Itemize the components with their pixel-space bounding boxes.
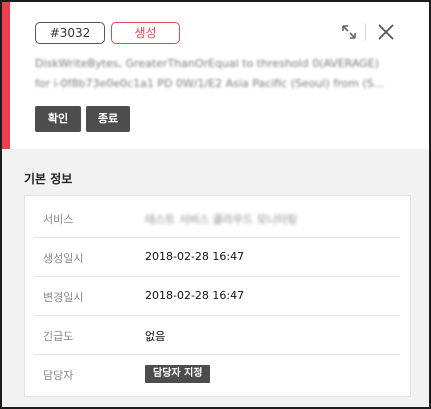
status-badge: 생성 (111, 22, 180, 44)
assign-owner-button[interactable]: 담당자 지정 (145, 365, 211, 383)
expand-icon[interactable] (337, 20, 361, 44)
close-icon[interactable] (374, 20, 398, 44)
confirm-button[interactable]: 확인 (35, 106, 81, 132)
info-row-created: 생성일시 2018-02-28 16:47 (34, 239, 400, 277)
severity-accent-bar (2, 2, 10, 149)
created-datetime-value: 2018-02-28 16:47 (145, 250, 245, 263)
basic-info-title: 기본 정보 (24, 172, 73, 186)
info-row-label: 생성일시 (43, 252, 84, 265)
ticket-id-badge: #3032 (35, 22, 105, 44)
updated-datetime-value: 2018-02-28 16:47 (145, 289, 245, 302)
header-divider (365, 23, 366, 41)
info-row-label: 긴급도 (43, 330, 74, 343)
info-row-service: 서비스 테스트 서비스 클라우드 모니터링 (34, 200, 400, 238)
alert-message-line-1: DiskWriteBytes, GreaterThanOrEqual to th… (35, 57, 379, 70)
incident-panel: #3032 생성 DiskWriteBytes, GreaterThanOrEq… (0, 0, 431, 409)
service-value: 테스트 서비스 클라우드 모니터링 (145, 213, 298, 226)
info-row-urgency: 긴급도 없음 (34, 317, 400, 355)
info-row-updated: 변경일시 2018-02-28 16:47 (34, 278, 400, 316)
urgency-value: 없음 (145, 330, 166, 343)
info-row-assignee: 담당자 담당자 지정 (34, 356, 400, 394)
incident-header: #3032 생성 DiskWriteBytes, GreaterThanOrEq… (2, 2, 429, 149)
alert-message-line-2: for i-0f8b73e0e0c1a1 PD 0W/1/E2 Asia Pac… (35, 77, 385, 90)
info-row-label: 서비스 (43, 213, 74, 226)
basic-info-card: 서비스 테스트 서비스 클라우드 모니터링 생성일시 2018-02-28 16… (24, 195, 411, 397)
end-button[interactable]: 종료 (86, 106, 130, 132)
info-row-label: 담당자 (43, 369, 74, 382)
info-row-label: 변경일시 (43, 291, 84, 304)
